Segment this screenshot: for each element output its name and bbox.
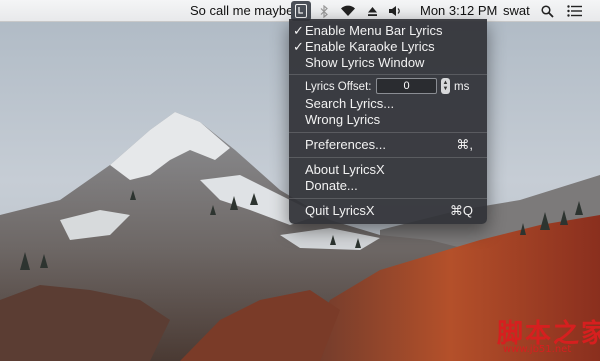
menu-item-label: Enable Karaoke Lyrics [305, 39, 435, 54]
menu-item-label: Enable Menu Bar Lyrics [305, 23, 443, 38]
stepper-down-icon[interactable]: ▼ [443, 86, 449, 92]
menu-item-donate[interactable]: Donate... [289, 178, 487, 194]
menu-item-label: Search Lyrics... [305, 96, 395, 111]
menu-separator [289, 198, 487, 199]
menu-item-label: Show Lyrics Window [305, 55, 425, 70]
lyrics-offset-stepper[interactable]: ▲ ▼ [441, 78, 450, 94]
menu-separator [289, 74, 487, 75]
volume-icon[interactable] [387, 3, 403, 19]
menu-item-enable-karaoke-lyrics[interactable]: ✓ Enable Karaoke Lyrics [289, 39, 487, 55]
menu-bar-user[interactable]: swat [503, 0, 530, 22]
lyrics-offset-row: Lyrics Offset: 0 ▲ ▼ ms [289, 78, 487, 96]
menu-item-show-lyrics-window[interactable]: Show Lyrics Window [289, 55, 487, 71]
checkmark-icon: ✓ [293, 23, 304, 38]
menu-separator [289, 132, 487, 133]
bluetooth-icon[interactable] [318, 3, 330, 19]
menu-item-enable-menu-bar-lyrics[interactable]: ✓ Enable Menu Bar Lyrics [289, 23, 487, 39]
now-playing-title[interactable]: So call me maybe [190, 0, 293, 22]
menu-item-wrong-lyrics[interactable]: Wrong Lyrics [289, 112, 487, 128]
quit-shortcut: ⌘Q [449, 203, 473, 218]
watermark-url: www.jb51.net [503, 344, 572, 355]
menu-item-label: About LyricsX [305, 162, 385, 177]
menu-item-about-lyricsx[interactable]: About LyricsX [289, 162, 487, 178]
checkmark-icon: ✓ [293, 39, 304, 54]
notification-center-icon[interactable] [566, 3, 582, 19]
lyrics-offset-input[interactable]: 0 [376, 78, 437, 94]
menu-item-search-lyrics[interactable]: Search Lyrics... [289, 96, 487, 112]
menu-item-label: Preferences... [305, 137, 386, 152]
preferences-shortcut: ⌘, [456, 137, 473, 152]
menu-separator [289, 157, 487, 158]
lyrics-offset-unit: ms [454, 81, 470, 93]
menu-item-preferences[interactable]: Preferences... ⌘, [289, 137, 487, 153]
menu-item-quit-lyricsx[interactable]: Quit LyricsX ⌘Q [289, 203, 487, 219]
spotlight-search-icon[interactable] [540, 3, 554, 19]
eject-icon[interactable] [366, 3, 378, 19]
menu-item-label: Wrong Lyrics [305, 112, 381, 127]
lyrics-offset-label: Lyrics Offset: [305, 81, 372, 93]
menu-item-label: Donate... [305, 178, 358, 193]
site-watermark: 脚本之家 www.jb51.net [497, 313, 600, 359]
wifi-icon[interactable] [339, 3, 357, 19]
lyricsx-dropdown-menu: ✓ Enable Menu Bar Lyrics ✓ Enable Karaok… [289, 19, 487, 224]
menu-item-label: Quit LyricsX [305, 203, 375, 218]
lyricsx-icon[interactable] [291, 1, 311, 21]
